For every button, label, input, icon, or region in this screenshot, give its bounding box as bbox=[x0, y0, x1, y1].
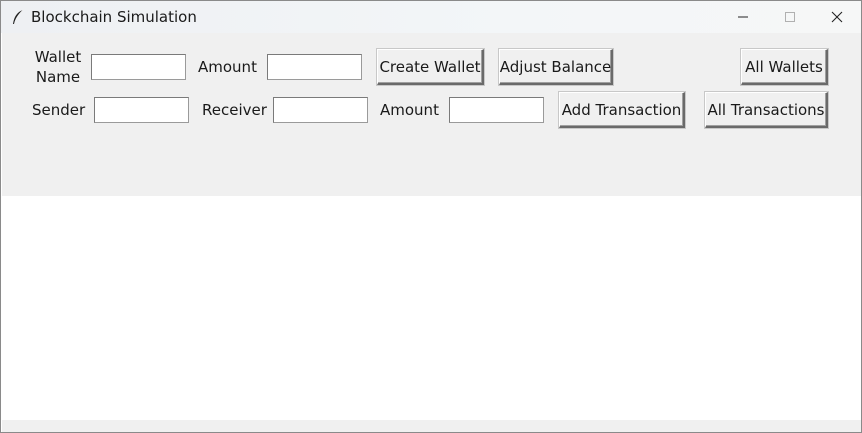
wallet-amount-label: Amount bbox=[198, 58, 257, 76]
transaction-amount-label: Amount bbox=[380, 101, 439, 119]
adjust-balance-button[interactable]: Adjust Balance bbox=[499, 49, 613, 85]
all-transactions-button[interactable]: All Transactions bbox=[705, 92, 828, 128]
add-transaction-button[interactable]: Add Transaction bbox=[559, 92, 685, 128]
bottom-strip bbox=[2, 420, 861, 432]
feather-icon bbox=[11, 9, 25, 25]
wallet-name-input[interactable] bbox=[91, 54, 186, 80]
minimize-button[interactable] bbox=[720, 1, 766, 33]
close-icon bbox=[831, 11, 843, 23]
controls-panel: Wallet Name Amount Create Wallet Adjust … bbox=[2, 33, 861, 196]
app-window: Blockchain Simulation Wallet Name Amount… bbox=[0, 0, 862, 433]
wallet-name-label: Wallet Name bbox=[34, 48, 82, 86]
title-bar[interactable]: Blockchain Simulation bbox=[1, 1, 861, 33]
sender-input[interactable] bbox=[94, 97, 189, 123]
output-area bbox=[2, 196, 861, 420]
close-button[interactable] bbox=[814, 1, 860, 33]
sender-label: Sender bbox=[32, 101, 86, 119]
maximize-button[interactable] bbox=[767, 1, 813, 33]
receiver-input[interactable] bbox=[273, 97, 368, 123]
create-wallet-button[interactable]: Create Wallet bbox=[377, 49, 484, 85]
window-title: Blockchain Simulation bbox=[31, 8, 197, 26]
receiver-label: Receiver bbox=[202, 101, 267, 119]
maximize-icon bbox=[784, 11, 796, 23]
transaction-amount-input[interactable] bbox=[449, 97, 544, 123]
all-wallets-button[interactable]: All Wallets bbox=[741, 49, 828, 85]
wallet-amount-input[interactable] bbox=[267, 54, 362, 80]
minimize-icon bbox=[737, 11, 749, 23]
